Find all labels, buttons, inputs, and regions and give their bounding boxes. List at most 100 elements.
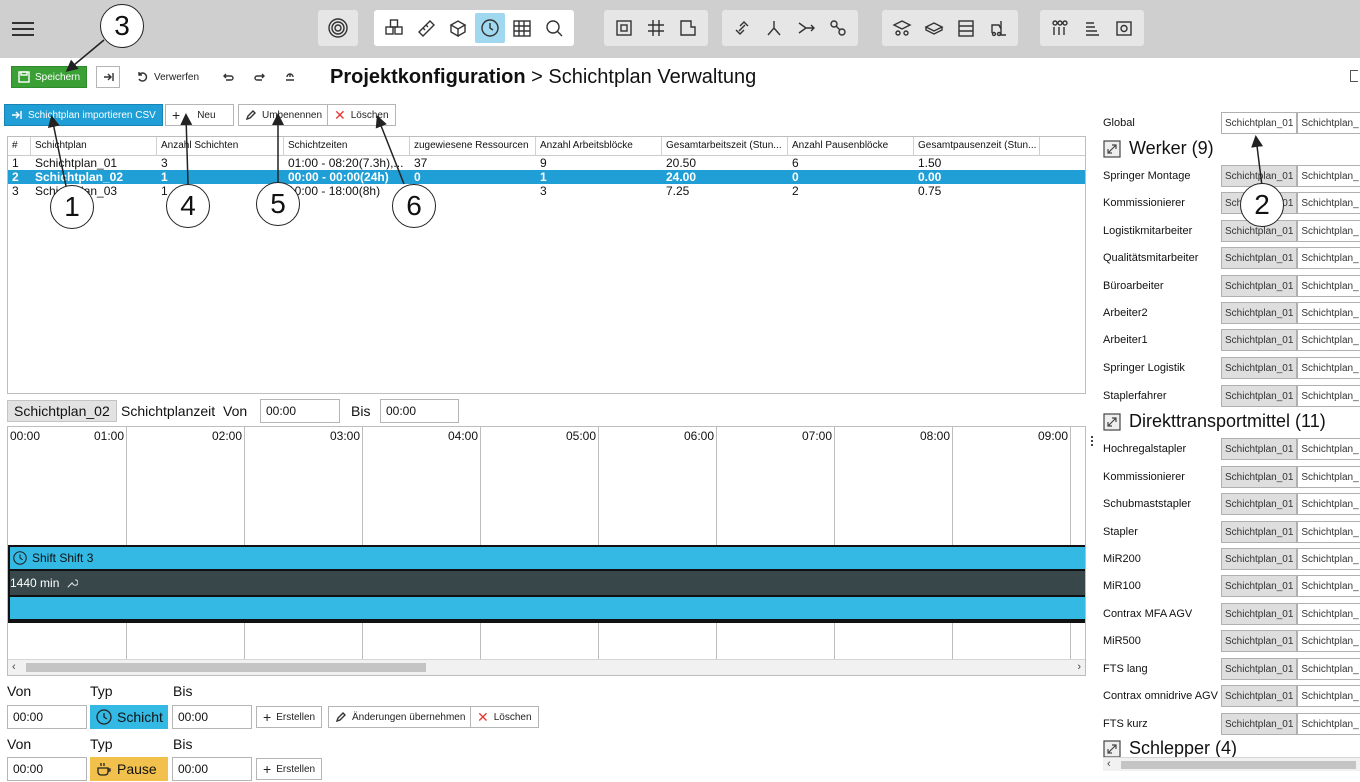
plan-chip[interactable]: Schichtplan_ [1297,192,1360,214]
resource-cubes-icon[interactable] [379,13,409,43]
col-header[interactable]: Anzahl Arbeitsblöcke [536,137,662,155]
plan-chip[interactable]: Schichtplan_01 [1221,385,1298,407]
plan-chip[interactable]: Schichtplan_ [1297,357,1360,379]
resource-plan-select[interactable]: Schichtplan_01Schichtplan_ [1221,575,1360,597]
expand-icon[interactable] [1103,412,1121,431]
col-header[interactable]: Schichtzeiten [284,137,410,155]
plan-chip[interactable]: Schichtplan_01 [1221,357,1298,379]
pause-to-input[interactable]: 00:00 [172,757,252,781]
merge-icon[interactable] [791,13,821,43]
resource-plan-select[interactable]: Schichtplan_01Schichtplan_ [1221,493,1360,515]
shift-duration-bar[interactable]: 1440 min [10,571,1085,595]
type-shift-badge[interactable]: Schicht [90,705,168,729]
plan-chip[interactable]: Schichtplan_ [1297,438,1360,460]
area-icon[interactable] [673,13,703,43]
plan-chip[interactable]: Schichtplan_01 [1221,658,1298,680]
resource-plan-select[interactable]: Schichtplan_01Schichtplan_ [1221,466,1360,488]
boxes-icon[interactable] [443,13,473,43]
plan-chip[interactable]: Schichtplan_ [1297,521,1360,543]
section-werker[interactable]: Werker (9) [1103,138,1214,159]
col-header[interactable]: zugewiesene Ressourcen [410,137,536,155]
plan-chip[interactable]: Schichtplan_ [1297,548,1360,570]
scroll-left-icon[interactable]: ‹ [12,661,16,673]
plan-chip[interactable]: Schichtplan_ [1297,713,1360,735]
redo-button[interactable] [254,71,266,83]
plan-chip[interactable]: Schichtplan_ [1297,385,1360,407]
export-button[interactable] [96,66,120,88]
expand-icon[interactable] [1103,139,1121,158]
create-pause-button[interactable]: + Erstellen [256,758,323,780]
plan-from-input[interactable]: 00:00 [260,399,340,423]
plan-chip[interactable]: Schichtplan_01 [1221,521,1298,543]
plan-chip[interactable]: Schichtplan_ [1297,575,1360,597]
type-pause-badge[interactable]: Pause [90,757,168,781]
save-button[interactable]: Speichern [11,66,88,88]
chain-icon[interactable] [823,13,853,43]
layout-frame-icon[interactable] [609,13,639,43]
resource-plan-select[interactable]: Schichtplan_01Schichtplan_ [1221,658,1360,680]
scrollbar-thumb[interactable] [1121,761,1356,769]
resource-plan-select[interactable]: Schichtplan_01Schichtplan_ [1221,603,1360,625]
global-plan-select[interactable]: Schichtplan_01 Schichtplan_ [1221,112,1360,134]
split-icon[interactable] [759,13,789,43]
hamburger-icon[interactable] [12,18,34,38]
collapse-panel-icon[interactable] [1350,70,1358,82]
col-header[interactable]: Anzahl Pausenblöcke [788,137,914,155]
plan-chip[interactable]: Schichtplan_01 [1221,603,1298,625]
shift-from-input[interactable]: 00:00 [7,705,87,729]
forklift-icon[interactable] [983,13,1013,43]
transport-icon[interactable] [887,13,917,43]
vehicle-icon[interactable] [919,13,949,43]
plan-chip[interactable]: Schichtplan_01 [1221,548,1298,570]
plan-chip[interactable]: Schichtplan_01 [1221,713,1298,735]
resource-plan-select[interactable]: Schichtplan_01Schichtplan_ [1221,329,1360,351]
resource-plan-select[interactable]: Schichtplan_01Schichtplan_ [1221,713,1360,735]
plan-to-input[interactable]: 00:00 [380,399,459,423]
resource-plan-select[interactable]: Schichtplan_01Schichtplan_ [1221,247,1360,269]
history-button[interactable] [284,71,296,83]
col-header[interactable]: Gesamtpausenzeit (Stun... [914,137,1040,155]
panel-scrollbar[interactable]: ‹ [1103,757,1360,771]
col-header[interactable]: Schichtplan [31,137,157,155]
timeline-scrollbar[interactable]: ‹ › [8,659,1085,675]
delete-shift-button[interactable]: ✕ Löschen [470,706,539,728]
clock-icon[interactable] [475,13,505,43]
delete-button[interactable]: ✕ Löschen [327,104,396,126]
scrollbar-thumb[interactable] [26,663,426,672]
plan-chip[interactable]: Schichtplan_ [1297,302,1360,324]
resource-plan-select[interactable]: Schichtplan_01Schichtplan_ [1221,521,1360,543]
undo-button[interactable] [222,71,234,83]
expand-icon[interactable] [1103,739,1121,758]
plan-chip[interactable]: Schichtplan_01 [1221,329,1298,351]
wrench-icon[interactable] [65,577,79,590]
section-schlepper[interactable]: Schlepper (4) [1103,738,1237,759]
table-row-selected[interactable]: 2 Schichtplan_02 1 00:00 - 00:00(24h) 0 … [8,170,1085,184]
plan-chip[interactable]: Schichtplan_ [1297,466,1360,488]
plan-chip[interactable]: Schichtplan_ [1297,165,1360,187]
resource-plan-select[interactable]: Schichtplan_01Schichtplan_ [1221,220,1360,242]
resource-plan-select[interactable]: Schichtplan_01Schichtplan_ [1221,165,1360,187]
people-icon[interactable] [1045,13,1075,43]
breadcrumb-root[interactable]: Projektkonfiguration [330,66,526,88]
pause-from-input[interactable]: 00:00 [7,757,87,781]
shift-header[interactable]: Shift Shift 3 [10,547,1085,569]
plan-chip[interactable]: Schichtplan_01 [1221,112,1298,134]
plan-chip[interactable]: Schichtplan_ [1297,220,1360,242]
search-process-icon[interactable] [539,13,569,43]
resource-plan-select[interactable]: Schichtplan_01Schichtplan_ [1221,685,1360,707]
shift-block[interactable]: Shift Shift 3 1440 min [8,545,1085,623]
import-csv-button[interactable]: Schichtplan importieren CSV [4,104,163,126]
link-icon[interactable] [727,13,757,43]
create-shift-button[interactable]: + Erstellen [256,706,323,728]
resource-plan-select[interactable]: Schichtplan_01Schichtplan_ [1221,438,1360,460]
section-direkttransportmittel[interactable]: Direkttransportmittel (11) [1103,411,1326,432]
plan-chip[interactable]: Schichtplan_01 [1221,275,1298,297]
shift-timeline[interactable]: 00:00 01:00 02:00 03:00 04:00 05:00 06:0… [7,426,1086,676]
col-header[interactable]: Anzahl Schichten [157,137,284,155]
rename-button[interactable]: Umbenennen [238,104,330,126]
plan-chip[interactable]: Schichtplan_ [1297,630,1360,652]
plan-chip[interactable]: Schichtplan_ [1297,112,1360,134]
resource-plan-select[interactable]: Schichtplan_01Schichtplan_ [1221,275,1360,297]
resource-plan-select[interactable]: Schichtplan_01Schichtplan_ [1221,385,1360,407]
plan-chip[interactable]: Schichtplan_01 [1221,630,1298,652]
